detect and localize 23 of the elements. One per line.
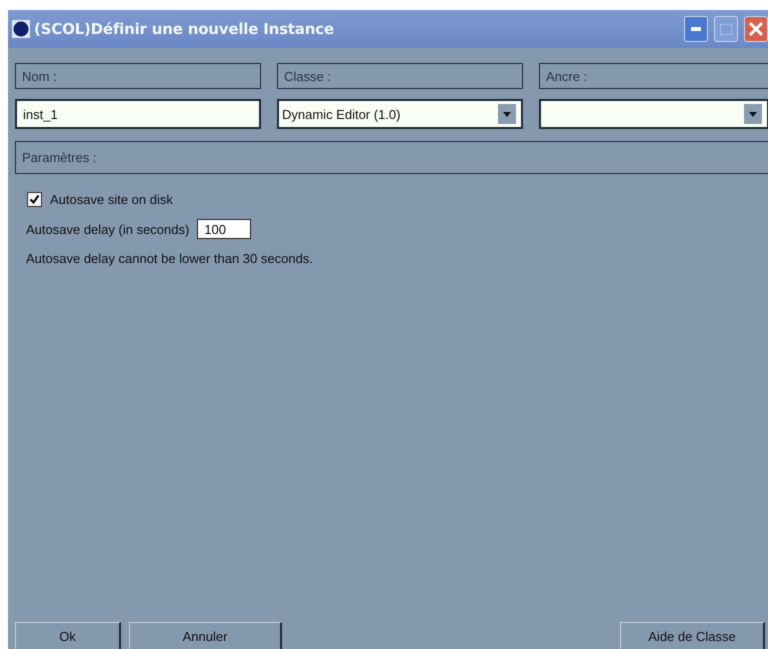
section-header: Paramètres : [15, 141, 768, 174]
dropdown[interactable] [539, 99, 768, 129]
app-icon [12, 20, 30, 38]
window-title: (SCOL)Définir une nouvelle Instance [34, 20, 334, 38]
note-text: Autosave delay cannot be lower than 30 seconds. [26, 251, 314, 266]
maximize-icon [720, 24, 732, 34]
dialog-button[interactable]: Annuler [129, 622, 282, 649]
help-button[interactable]: Aide de Classe [620, 622, 765, 649]
column-header: Ancre : [539, 63, 768, 89]
close-icon [748, 21, 764, 37]
column-header: Nom : [15, 63, 261, 89]
checkbox[interactable] [27, 192, 42, 207]
name-field[interactable]: inst_1 [15, 99, 261, 129]
minimize-button[interactable] [684, 16, 708, 42]
close-button[interactable] [744, 16, 768, 42]
dropdown[interactable]: Dynamic Editor (1.0) [277, 99, 523, 129]
dialog-button[interactable]: Ok [15, 622, 121, 649]
delay-field[interactable]: 100 [197, 219, 252, 239]
minimize-icon [691, 27, 701, 31]
delay-label: Autosave delay (in seconds) [26, 222, 190, 236]
dropdown-value: Dynamic Editor (1.0) [282, 106, 400, 122]
column-header: Classe : [277, 63, 523, 89]
checkbox-label: Autosave site on disk [50, 192, 173, 207]
